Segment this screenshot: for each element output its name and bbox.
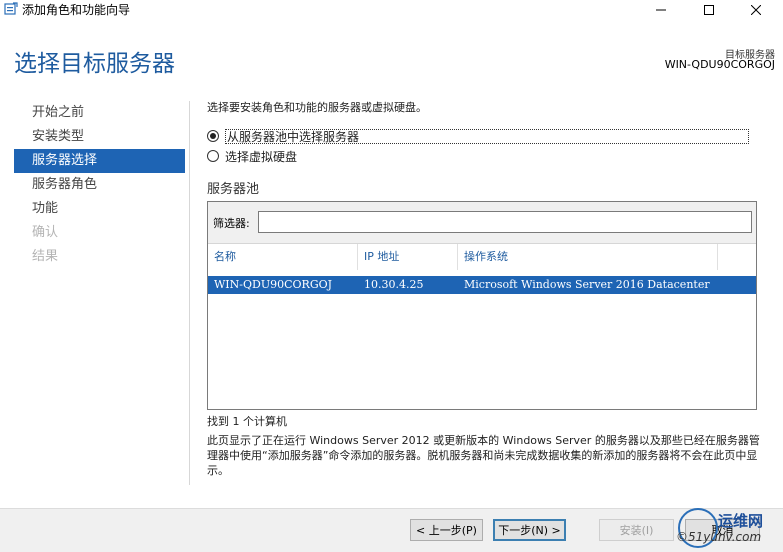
intro-text: 选择要安装角色和功能的服务器或虚拟硬盘。 xyxy=(207,101,427,114)
previous-button[interactable]: < 上一步(P) xyxy=(410,519,483,541)
filter-label: 筛选器: xyxy=(213,217,250,230)
column-header-ip[interactable]: IP 地址 xyxy=(358,244,458,270)
filter-bar: 筛选器: xyxy=(208,202,756,244)
minimize-button[interactable] xyxy=(638,0,684,20)
nav-item-confirmation: 确认 xyxy=(32,225,59,240)
nav-item-installation-type[interactable]: 安装类型 xyxy=(14,125,185,149)
cell-operating-system: Microsoft Windows Server 2016 Datacenter xyxy=(464,278,710,291)
nav-item-features[interactable]: 功能 xyxy=(14,197,185,221)
maximize-button[interactable] xyxy=(686,0,732,20)
nav-divider xyxy=(189,101,190,485)
server-pool-list[interactable]: 筛选器: 名称 IP 地址 操作系统 WIN-QDU90CORGOJ 10.30… xyxy=(207,201,757,410)
next-button[interactable]: 下一步(N) > xyxy=(493,519,566,541)
window-title: 添加角色和功能向导 xyxy=(22,3,131,17)
column-header-name[interactable]: 名称 xyxy=(208,244,358,270)
filter-input[interactable] xyxy=(258,211,752,233)
close-button[interactable] xyxy=(733,0,779,20)
nav-item-server-roles[interactable]: 服务器角色 xyxy=(14,173,185,197)
option-server-pool-label: 从服务器池中选择服务器 xyxy=(225,128,749,144)
column-header-os[interactable]: 操作系统 xyxy=(458,244,718,270)
minimize-icon xyxy=(656,9,666,11)
option-server-pool[interactable]: 从服务器池中选择服务器 xyxy=(207,128,749,144)
nav-item-results: 结果 xyxy=(32,249,59,264)
maximize-icon xyxy=(704,5,714,15)
cell-ip-address: 10.30.4.25 xyxy=(364,278,424,291)
destination-server-name: WIN-QDU90CORGOJ xyxy=(664,58,775,71)
option-virtual-disk-label: 选择虚拟硬盘 xyxy=(225,149,298,164)
cell-server-name: WIN-QDU90CORGOJ xyxy=(214,278,333,291)
title-bar: 添加角色和功能向导 xyxy=(0,0,783,20)
nav-item-before-you-begin[interactable]: 开始之前 xyxy=(14,101,185,125)
close-icon xyxy=(751,5,761,15)
table-row[interactable]: WIN-QDU90CORGOJ 10.30.4.25 Microsoft Win… xyxy=(208,276,756,294)
footer-bar: < 上一步(P) 下一步(N) > 安装(I) 取消 xyxy=(0,508,783,552)
cancel-button[interactable]: 取消 xyxy=(685,519,760,541)
wizard-app-icon xyxy=(4,2,18,15)
wizard-steps-nav: 开始之前 安装类型 服务器选择 服务器角色 功能 确认 结果 xyxy=(14,101,185,269)
page-title: 选择目标服务器 xyxy=(14,51,175,77)
found-count: 找到 1 个计算机 xyxy=(207,415,287,428)
nav-item-server-selection[interactable]: 服务器选择 xyxy=(14,149,185,173)
description-text: 此页显示了正在运行 Windows Server 2012 或更新版本的 Win… xyxy=(207,434,760,477)
radio-server-pool[interactable] xyxy=(207,130,219,142)
option-virtual-disk[interactable]: 选择虚拟硬盘 xyxy=(207,148,297,164)
server-pool-heading: 服务器池 xyxy=(207,182,260,197)
install-button: 安装(I) xyxy=(599,519,674,541)
radio-virtual-disk[interactable] xyxy=(207,150,219,162)
